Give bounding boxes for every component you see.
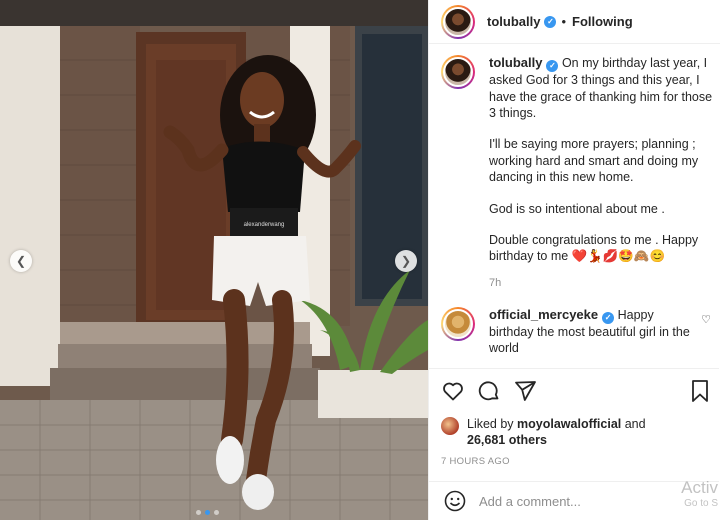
comment-username[interactable]: official_mercyeke — [489, 307, 598, 322]
caption-paragraph: I'll be saying more prayers; planning ; … — [489, 137, 699, 185]
likes-prefix: Liked by — [467, 417, 514, 431]
carousel-indicator — [196, 510, 219, 515]
carousel-dot — [196, 510, 201, 515]
activation-watermark-sub: Go to S — [684, 498, 718, 509]
bookmark-icon[interactable] — [689, 379, 711, 403]
chevron-right-icon: ❯ — [400, 254, 412, 268]
next-image-button[interactable]: ❯ — [395, 250, 417, 272]
likes-others-link[interactable]: 26,681 others — [467, 433, 547, 447]
post-details-panel: tolubally ✓ • Following tolubally ✓ On my… — [428, 0, 720, 520]
send-icon[interactable] — [513, 379, 537, 403]
post-author-username[interactable]: tolubally — [487, 14, 540, 29]
previous-image-button[interactable]: ❮ — [10, 250, 32, 272]
avatar[interactable] — [441, 306, 475, 341]
caption-paragraph: Double congratulations to me . Happy bir… — [489, 233, 699, 264]
comments-list: tolubally ✓ On my birthday last year, I a… — [429, 55, 719, 357]
caption-paragraph: God is so intentional about me . — [489, 201, 665, 216]
following-button[interactable]: Following — [572, 14, 633, 29]
post-timestamp[interactable]: 7 HOURS AGO — [441, 456, 510, 467]
caption-row: tolubally ✓ On my birthday last year, I a… — [429, 55, 719, 289]
add-comment-input[interactable]: Add a comment... — [479, 494, 581, 509]
liker-username[interactable]: moyolawalofficial — [517, 417, 621, 431]
likes-joiner: and — [624, 417, 646, 431]
avatar[interactable] — [441, 4, 475, 39]
header-separator: • — [561, 14, 567, 29]
comment-row: official_mercyeke ✓ Happy birthday the mo… — [429, 306, 719, 357]
verified-badge-icon: ✓ — [544, 15, 557, 28]
heart-icon[interactable] — [441, 379, 465, 403]
post-image: alexanderwang — [0, 0, 428, 520]
action-bar — [429, 368, 719, 412]
verified-badge-icon: ✓ — [546, 60, 559, 73]
liker-avatar[interactable] — [441, 417, 459, 435]
carousel-dot-active — [205, 510, 210, 515]
activation-watermark: Activ — [681, 478, 718, 497]
waistband-text: alexanderwang — [244, 222, 285, 228]
post-photo[interactable]: alexanderwang ❮ ❯ — [0, 0, 428, 520]
caption-time: 7h — [489, 276, 502, 289]
post-header: tolubally ✓ • Following — [429, 0, 720, 44]
caption-username[interactable]: tolubally — [489, 55, 542, 70]
chevron-left-icon: ❮ — [15, 254, 27, 268]
avatar[interactable] — [441, 55, 475, 89]
verified-badge-icon: ✓ — [602, 312, 615, 325]
add-comment-bar: Add a comment... — [429, 481, 719, 520]
comment-text: official_mercyeke ✓ Happy birthday the mo… — [489, 307, 699, 357]
carousel-dot — [214, 510, 219, 515]
like-comment-heart-icon[interactable]: ♡ — [701, 313, 711, 326]
likes-summary: Liked by moyolawalofficial and 26,681 ot… — [441, 416, 646, 448]
smiley-icon[interactable] — [443, 489, 467, 513]
caption-text: tolubally ✓ On my birthday last year, I a… — [489, 55, 719, 265]
comment-icon[interactable] — [477, 379, 501, 403]
